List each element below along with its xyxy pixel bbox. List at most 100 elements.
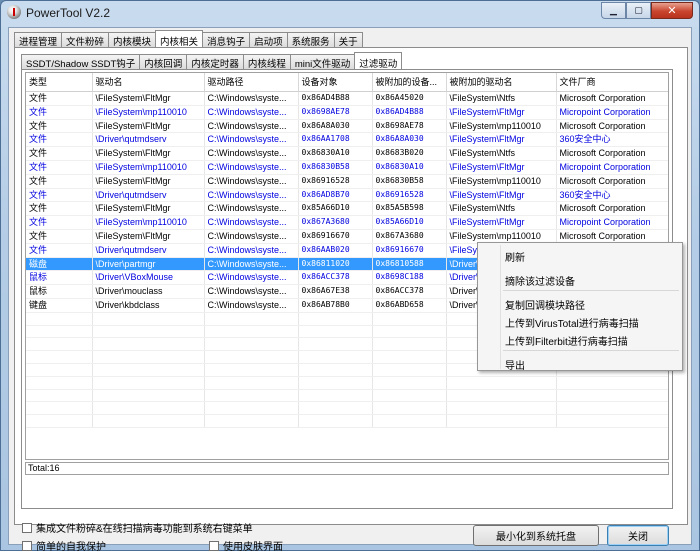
- cell-attached: 0x85A66D10: [372, 215, 447, 230]
- table-row[interactable]: 文件 \FileSystem\FltMgr C:\Windows\syste... 0…: [26, 91, 668, 106]
- empty-cell: [298, 363, 373, 377]
- context-menu-item[interactable]: 导出: [505, 357, 525, 372]
- self-protect-option[interactable]: 简单的自我保护: [22, 538, 106, 551]
- cell-path: C:\Windows\syste...: [204, 284, 299, 299]
- close-window-button[interactable]: ✕: [651, 2, 693, 19]
- empty-cell: [372, 401, 447, 416]
- cell-dev: 0x86AB78B0: [298, 298, 373, 313]
- cell-attached: 0x86830B58: [372, 174, 447, 189]
- cell-dev: 0x86AD8B70: [298, 188, 373, 203]
- title-bar[interactable]: PowerTool V2.2 ▁ ▢ ✕: [1, 1, 699, 25]
- main-tab-4[interactable]: 消息钩子: [202, 32, 251, 48]
- main-tab-1[interactable]: 文件粉碎: [61, 32, 110, 48]
- cell-type: 文件: [26, 146, 93, 161]
- minimize-to-tray-button[interactable]: 最小化到系统托盘: [473, 525, 599, 546]
- close-button[interactable]: 关闭: [607, 525, 669, 546]
- cell-path: C:\Windows\syste...: [204, 243, 299, 258]
- table-row[interactable]: 文件 \FileSystem\FltMgr C:\Windows\syste... 0…: [26, 146, 668, 161]
- empty-cell: [26, 350, 93, 364]
- empty-cell: [26, 376, 93, 390]
- empty-cell: [204, 389, 299, 403]
- cell-attached: 0x86830A10: [372, 160, 447, 175]
- cell-attached_drv: \FileSystem\Ntfs: [446, 91, 557, 106]
- empty-cell: [92, 350, 205, 364]
- integrate-context-menu-option[interactable]: 集成文件粉碎&在线扫描病毒功能到系统右键菜单: [22, 520, 253, 535]
- cell-vendor: Microsoft Corporation: [556, 174, 668, 189]
- cell-name: \FileSystem\FltMgr: [92, 146, 205, 161]
- sub-tab-4[interactable]: mini文件驱动: [289, 54, 356, 70]
- minimize-button[interactable]: ▁: [601, 2, 626, 19]
- cell-attached_drv: \FileSystem\FltMgr: [446, 105, 557, 120]
- integrate-label: 集成文件粉碎&在线扫描病毒功能到系统右键菜单: [36, 524, 253, 535]
- cell-vendor: Microsoft Corporation: [556, 201, 668, 217]
- sub-tab-3[interactable]: 内核线程: [242, 54, 291, 70]
- empty-cell: [26, 312, 93, 326]
- maximize-button[interactable]: ▢: [626, 2, 651, 19]
- menu-separator: [503, 290, 679, 291]
- cell-type: 文件: [26, 215, 93, 230]
- table-row[interactable]: 文件 \Driver\qutmdserv C:\Windows\syste... 0x…: [26, 188, 668, 203]
- skin-checkbox[interactable]: [209, 540, 219, 551]
- cell-type: 文件: [26, 229, 93, 244]
- column-header-2[interactable]: 驱动路径: [204, 73, 299, 92]
- table-row[interactable]: 文件 \FileSystem\FltMgr C:\Windows\syste... 0…: [26, 201, 668, 217]
- context-menu-item[interactable]: 摘除该过滤设备: [505, 273, 575, 288]
- self-protect-label: 简单的自我保护: [36, 542, 106, 551]
- sub-tab-1[interactable]: 内核回调: [139, 54, 188, 70]
- cell-type: 磁盘: [26, 257, 93, 272]
- column-header-1[interactable]: 驱动名: [92, 73, 205, 92]
- empty-cell: [92, 363, 205, 377]
- table-row[interactable]: 文件 \FileSystem\FltMgr C:\Windows\syste... 0…: [26, 119, 668, 134]
- table-row[interactable]: 文件 \FileSystem\mp110010 C:\Windows\syste..…: [26, 105, 668, 120]
- sub-tab-2[interactable]: 内核定时器: [186, 54, 244, 70]
- skin-option[interactable]: 使用皮肤界面: [209, 538, 283, 551]
- empty-cell: [92, 401, 205, 416]
- main-tab-2[interactable]: 内核模块: [108, 32, 157, 48]
- empty-cell: [298, 376, 373, 390]
- table-row[interactable]: 文件 \FileSystem\mp110010 C:\Windows\syste..…: [26, 160, 668, 175]
- empty-cell: [556, 414, 668, 428]
- cell-path: C:\Windows\syste...: [204, 201, 299, 217]
- sub-tab-5[interactable]: 过滤驱动: [354, 52, 403, 70]
- main-tab-6[interactable]: 系统服务: [286, 32, 335, 48]
- empty-cell: [298, 414, 373, 428]
- sub-tab-0[interactable]: SSDT/Shadow SSDT钩子: [21, 54, 141, 70]
- window-controls: ▁ ▢ ✕: [601, 2, 693, 19]
- column-header-6[interactable]: 文件厂商: [556, 73, 668, 92]
- context-menu-item[interactable]: 上传到VirusTotal进行病毒扫描: [505, 315, 639, 330]
- cell-type: 文件: [26, 119, 93, 134]
- table-row[interactable]: 文件 \Driver\qutmdserv C:\Windows\syste... 0x…: [26, 132, 668, 148]
- empty-cell: [372, 389, 447, 403]
- empty-cell: [26, 337, 93, 352]
- empty-cell: [26, 401, 93, 416]
- menu-gutter: [500, 245, 501, 369]
- cell-vendor: Micropoint Corporation: [556, 215, 668, 230]
- column-header-0[interactable]: 类型: [26, 73, 93, 92]
- column-header-3[interactable]: 设备对象: [298, 73, 373, 92]
- empty-cell: [446, 401, 557, 416]
- app-window: PowerTool V2.2 ▁ ▢ ✕ 进程管理 文件粉碎 内核模块 内核相关 消息钩…: [0, 0, 700, 551]
- column-header-5[interactable]: 被附加的驱动名: [446, 73, 557, 92]
- cell-dev: 0x867A3680: [298, 215, 373, 230]
- context-menu-item[interactable]: 刷新: [505, 249, 525, 264]
- main-tab-0[interactable]: 进程管理: [14, 32, 63, 48]
- empty-cell: [92, 312, 205, 326]
- empty-cell: [26, 389, 93, 403]
- cell-path: C:\Windows\syste...: [204, 146, 299, 161]
- context-menu-item[interactable]: 上传到Filterbit进行病毒扫描: [505, 333, 628, 348]
- cell-name: \Driver\qutmdserv: [92, 188, 205, 203]
- integrate-checkbox[interactable]: [22, 522, 32, 533]
- context-menu-item[interactable]: 复制回调模块路径: [505, 297, 585, 312]
- empty-cell: [372, 414, 447, 428]
- cell-name: \FileSystem\mp110010: [92, 105, 205, 120]
- self-protect-checkbox[interactable]: [22, 540, 32, 551]
- table-row[interactable]: 文件 \FileSystem\FltMgr C:\Windows\syste... 0…: [26, 174, 668, 189]
- column-header-4[interactable]: 被附加的设备...: [372, 73, 447, 92]
- table-row[interactable]: 文件 \FileSystem\mp110010 C:\Windows\syste..…: [26, 215, 668, 230]
- main-tab-3[interactable]: 内核相关: [155, 30, 204, 48]
- main-tab-7[interactable]: 关于: [333, 32, 363, 48]
- empty-cell: [372, 363, 447, 377]
- empty-cell: [446, 414, 557, 428]
- main-tab-5[interactable]: 启动项: [249, 32, 288, 48]
- cell-name: \Driver\partmgr: [92, 257, 205, 272]
